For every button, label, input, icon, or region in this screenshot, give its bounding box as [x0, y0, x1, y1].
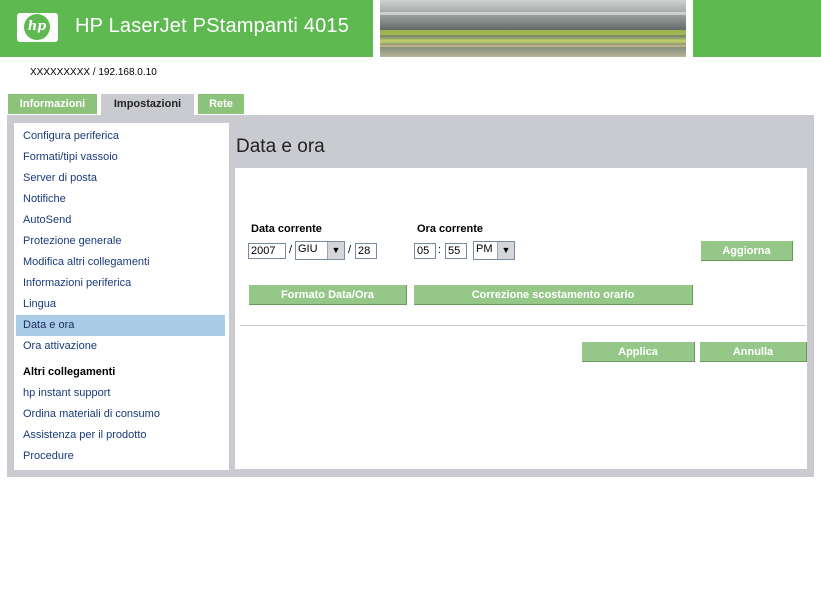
month-select[interactable]: GIU ▼ [295, 241, 345, 260]
hp-logo-text: hp [27, 19, 47, 34]
refresh-button[interactable]: Aggiorna [701, 241, 793, 261]
current-date-label: Data corrente [251, 223, 322, 235]
month-select-value: GIU [298, 243, 318, 255]
divider [240, 325, 806, 326]
hp-logo-mark: hp [24, 14, 50, 40]
sidebar-item-modifica-collegamenti[interactable]: Modifica altri collegamenti [16, 252, 225, 273]
ampm-select[interactable]: PM ▼ [473, 241, 515, 260]
header-banner-right [693, 0, 821, 57]
year-input[interactable]: 2007 [248, 243, 286, 259]
cancel-button[interactable]: Annulla [700, 342, 807, 362]
current-time-label: Ora corrente [417, 223, 484, 235]
device-address: XXXXXXXXX / 192.168.0.10 [30, 67, 157, 78]
page-header: hp HP LaserJet PStampanti 4015 [0, 0, 821, 57]
header-train-photo [380, 0, 686, 57]
sidebar-item-protezione-generale[interactable]: Protezione generale [16, 231, 225, 252]
day-input[interactable]: 28 [355, 243, 377, 259]
product-title: HP LaserJet PStampanti 4015 [75, 15, 350, 37]
sidebar-item-formati-vassoio[interactable]: Formati/tipi vassoio [16, 147, 225, 168]
sidebar-item-server-posta[interactable]: Server di posta [16, 168, 225, 189]
other-links-heading: Altri collegamenti [23, 366, 116, 378]
date-separator: / [348, 244, 352, 256]
sidebar-nav: Configura periferica Formati/tipi vassoi… [14, 123, 229, 470]
content-area [235, 168, 807, 469]
tab-impostazioni[interactable]: Impostazioni [101, 94, 194, 116]
apply-button[interactable]: Applica [582, 342, 695, 362]
date-separator: / [289, 244, 293, 256]
page-title: Data e ora [236, 136, 325, 157]
link-assistenza-prodotto[interactable]: Assistenza per il prodotto [16, 425, 225, 446]
date-format-button[interactable]: Formato Data/Ora [249, 285, 407, 305]
sidebar-item-informazioni-periferica[interactable]: Informazioni periferica [16, 273, 225, 294]
time-separator: : [438, 244, 442, 256]
time-offset-button[interactable]: Correzione scostamento orario [414, 285, 693, 305]
sidebar-item-configura-periferica[interactable]: Configura periferica [16, 126, 225, 147]
sidebar-item-lingua[interactable]: Lingua [16, 294, 225, 315]
sidebar-item-ora-attivazione[interactable]: Ora attivazione [16, 336, 225, 357]
link-ordina-materiali[interactable]: Ordina materiali di consumo [16, 404, 225, 425]
link-hp-instant-support[interactable]: hp instant support [16, 383, 225, 404]
tab-informazioni[interactable]: Informazioni [8, 94, 97, 114]
tab-rete[interactable]: Rete [198, 94, 244, 114]
chevron-down-icon[interactable]: ▼ [497, 242, 514, 259]
sidebar-item-notifiche[interactable]: Notifiche [16, 189, 225, 210]
hour-input[interactable]: 05 [414, 243, 436, 259]
link-procedure[interactable]: Procedure [16, 446, 225, 467]
sidebar-item-data-ora[interactable]: Data e ora [16, 315, 225, 336]
minute-input[interactable]: 55 [445, 243, 467, 259]
ampm-select-value: PM [476, 243, 493, 255]
chevron-down-icon[interactable]: ▼ [327, 242, 344, 259]
hp-logo: hp [17, 13, 58, 42]
sidebar-item-autosend[interactable]: AutoSend [16, 210, 225, 231]
